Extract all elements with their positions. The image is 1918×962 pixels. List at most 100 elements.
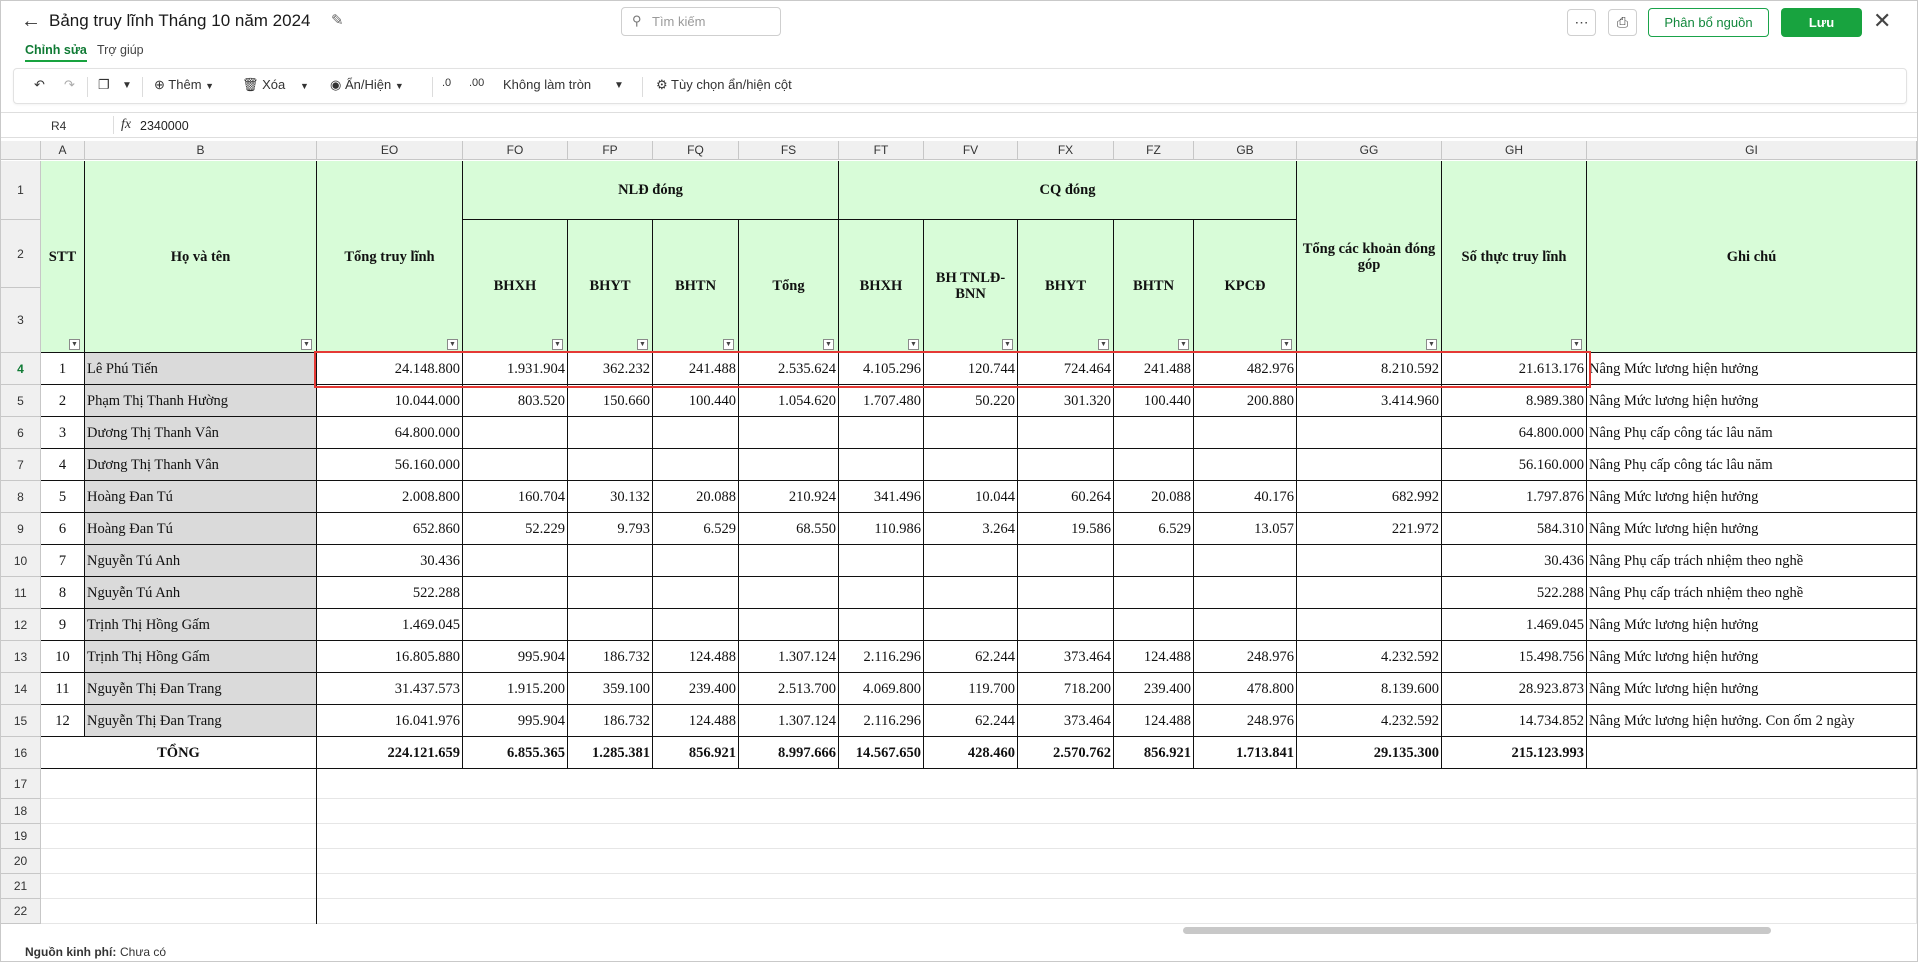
data-cell[interactable]: 8.989.380 bbox=[1442, 385, 1587, 417]
data-cell[interactable] bbox=[739, 609, 839, 641]
row-header-8[interactable]: 8 bbox=[1, 481, 41, 513]
data-cell[interactable] bbox=[839, 609, 924, 641]
data-cell[interactable] bbox=[1018, 577, 1114, 609]
data-cell[interactable]: 359.100 bbox=[568, 673, 653, 705]
data-cell[interactable]: 9.793 bbox=[568, 513, 653, 545]
tab-edit[interactable]: Chỉnh sửa bbox=[25, 43, 87, 62]
filter-dropdown-icon[interactable]: ▼ bbox=[637, 339, 648, 350]
filter-dropdown-icon[interactable]: ▼ bbox=[823, 339, 834, 350]
data-cell[interactable]: 124.488 bbox=[1114, 641, 1194, 673]
data-cell[interactable]: 8.139.600 bbox=[1297, 673, 1442, 705]
name-cell[interactable]: Dương Thị Thanh Vân bbox=[85, 449, 317, 481]
data-cell[interactable]: 248.976 bbox=[1194, 641, 1297, 673]
filter-dropdown-icon[interactable]: ▼ bbox=[301, 339, 312, 350]
data-cell[interactable]: 1.307.124 bbox=[739, 705, 839, 737]
data-cell[interactable] bbox=[924, 609, 1018, 641]
empty-row[interactable] bbox=[41, 824, 1917, 849]
data-cell[interactable] bbox=[839, 417, 924, 449]
data-cell[interactable]: 64.800.000 bbox=[317, 417, 463, 449]
data-cell[interactable] bbox=[1018, 545, 1114, 577]
data-cell[interactable]: 16.041.976 bbox=[317, 705, 463, 737]
data-cell[interactable] bbox=[839, 545, 924, 577]
row-header-17[interactable]: 17 bbox=[1, 769, 41, 799]
data-cell[interactable] bbox=[1018, 417, 1114, 449]
filter-dropdown-icon[interactable]: ▼ bbox=[447, 339, 458, 350]
undo-icon[interactable]: ↶ bbox=[34, 77, 45, 93]
data-cell[interactable]: 20.088 bbox=[1114, 481, 1194, 513]
column-header-gg[interactable]: GG bbox=[1297, 141, 1442, 160]
row-header-7[interactable]: 7 bbox=[1, 449, 41, 481]
total-note-cell[interactable] bbox=[1587, 737, 1917, 769]
row-header-5[interactable]: 5 bbox=[1, 385, 41, 417]
data-cell[interactable]: 100.440 bbox=[1114, 385, 1194, 417]
data-cell[interactable]: 210.924 bbox=[739, 481, 839, 513]
filter-dropdown-icon[interactable]: ▼ bbox=[1426, 339, 1437, 350]
column-header-b[interactable]: B bbox=[85, 141, 317, 160]
data-cell[interactable]: 4.232.592 bbox=[1297, 705, 1442, 737]
data-cell[interactable] bbox=[1297, 577, 1442, 609]
data-cell[interactable] bbox=[924, 449, 1018, 481]
data-cell[interactable]: 56.160.000 bbox=[1442, 449, 1587, 481]
data-cell[interactable]: 16.805.880 bbox=[317, 641, 463, 673]
redo-icon[interactable]: ↷ bbox=[64, 77, 75, 93]
data-cell[interactable] bbox=[653, 449, 739, 481]
data-cell[interactable]: 373.464 bbox=[1018, 641, 1114, 673]
data-cell[interactable]: 6.529 bbox=[1114, 513, 1194, 545]
data-cell[interactable]: 482.976 bbox=[1194, 353, 1297, 385]
data-cell[interactable]: 5 bbox=[41, 481, 85, 513]
data-cell[interactable] bbox=[1194, 545, 1297, 577]
data-cell[interactable]: 19.586 bbox=[1018, 513, 1114, 545]
data-cell[interactable] bbox=[1114, 449, 1194, 481]
data-cell[interactable]: 100.440 bbox=[653, 385, 739, 417]
empty-row[interactable] bbox=[41, 874, 1917, 899]
data-cell[interactable]: 64.800.000 bbox=[1442, 417, 1587, 449]
column-header-a[interactable]: A bbox=[41, 141, 85, 160]
data-cell[interactable]: 6 bbox=[41, 513, 85, 545]
data-cell[interactable] bbox=[839, 577, 924, 609]
column-header-fs[interactable]: FS bbox=[739, 141, 839, 160]
total-cell[interactable]: 224.121.659 bbox=[317, 737, 463, 769]
data-cell[interactable] bbox=[739, 449, 839, 481]
data-cell[interactable]: 150.660 bbox=[568, 385, 653, 417]
data-cell[interactable]: 239.400 bbox=[653, 673, 739, 705]
row-header-6[interactable]: 6 bbox=[1, 417, 41, 449]
data-cell[interactable]: 8.210.592 bbox=[1297, 353, 1442, 385]
search-input[interactable] bbox=[652, 12, 774, 31]
filter-dropdown-icon[interactable]: ▼ bbox=[908, 339, 919, 350]
row-header-20[interactable]: 20 bbox=[1, 849, 41, 874]
data-cell[interactable]: 10 bbox=[41, 641, 85, 673]
close-icon[interactable]: ✕ bbox=[1873, 8, 1891, 34]
row-header-21[interactable]: 21 bbox=[1, 874, 41, 899]
data-cell[interactable]: 1.931.904 bbox=[463, 353, 568, 385]
filter-dropdown-icon[interactable]: ▼ bbox=[1098, 339, 1109, 350]
spreadsheet-grid[interactable]: A B EO FO FP FQ FS FT FV FX FZ GB GG GH GI 1 2 3 4 5 6 7 8 9 10 1… bbox=[1, 141, 1917, 938]
data-cell[interactable] bbox=[1194, 449, 1297, 481]
total-cell[interactable]: 1.285.381 bbox=[568, 737, 653, 769]
data-cell[interactable]: 119.700 bbox=[924, 673, 1018, 705]
data-cell[interactable]: 1.797.876 bbox=[1442, 481, 1587, 513]
data-cell[interactable] bbox=[924, 545, 1018, 577]
name-cell[interactable]: Dương Thị Thanh Vân bbox=[85, 417, 317, 449]
data-cell[interactable]: 4.069.800 bbox=[839, 673, 924, 705]
data-cell[interactable] bbox=[653, 577, 739, 609]
data-cell[interactable]: 373.464 bbox=[1018, 705, 1114, 737]
data-cell[interactable] bbox=[463, 545, 568, 577]
name-cell[interactable]: Nguyễn Tú Anh bbox=[85, 545, 317, 577]
total-cell[interactable]: 428.460 bbox=[924, 737, 1018, 769]
data-cell[interactable]: 2 bbox=[41, 385, 85, 417]
back-arrow-icon[interactable]: ← bbox=[21, 10, 41, 33]
row-header-11[interactable]: 11 bbox=[1, 577, 41, 609]
empty-row[interactable] bbox=[41, 799, 1917, 824]
data-cell[interactable]: 682.992 bbox=[1297, 481, 1442, 513]
row-header-1[interactable]: 1 bbox=[1, 161, 41, 220]
data-cell[interactable]: 995.904 bbox=[463, 641, 568, 673]
data-cell[interactable]: 31.437.573 bbox=[317, 673, 463, 705]
horizontal-scrollbar[interactable] bbox=[1183, 927, 1771, 934]
data-cell[interactable] bbox=[463, 577, 568, 609]
data-cell[interactable]: 1.469.045 bbox=[317, 609, 463, 641]
data-cell[interactable]: 124.488 bbox=[653, 641, 739, 673]
save-button[interactable]: Lưu bbox=[1781, 8, 1862, 37]
data-cell[interactable] bbox=[1018, 609, 1114, 641]
empty-row[interactable] bbox=[41, 899, 1917, 924]
data-cell[interactable] bbox=[1194, 609, 1297, 641]
